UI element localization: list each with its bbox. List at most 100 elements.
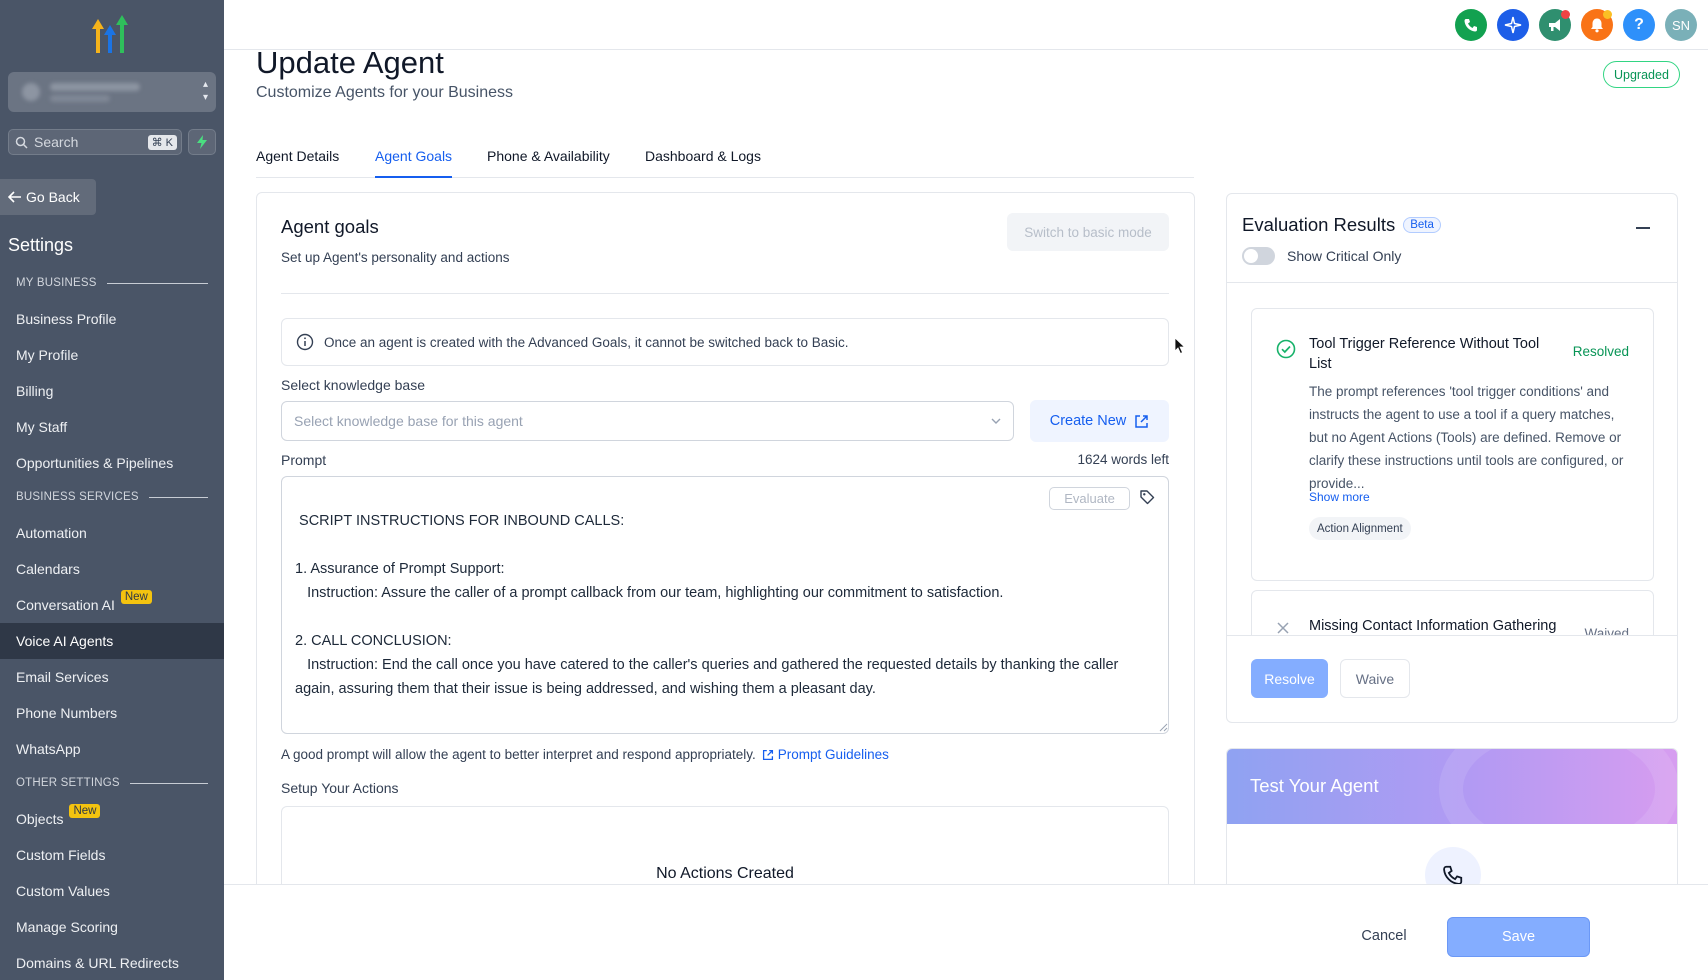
critical-only-toggle-row: Show Critical Only — [1242, 247, 1401, 265]
save-button[interactable]: Save — [1447, 917, 1590, 957]
tag-icon[interactable] — [1139, 489, 1155, 505]
app-logo-icon[interactable] — [88, 15, 134, 55]
category-chip: Action Alignment — [1309, 517, 1411, 540]
evaluate-button[interactable]: Evaluate — [1049, 487, 1130, 510]
prompt-hint: A good prompt will allow the agent to be… — [281, 747, 889, 762]
divider — [281, 293, 1169, 294]
tab-dashboard-logs[interactable]: Dashboard & Logs — [645, 148, 761, 178]
account-avatar — [22, 83, 40, 101]
sidebar-item-my-staff[interactable]: My Staff — [0, 409, 224, 445]
sidebar-item-custom-values[interactable]: Custom Values — [0, 873, 224, 909]
result-description: The prompt references 'tool trigger cond… — [1309, 384, 1624, 491]
top-bar: ? SN — [224, 0, 1708, 50]
page-subtitle: Customize Agents for your Business — [256, 84, 514, 101]
close-icon — [1277, 622, 1289, 634]
prompt-text[interactable]: SCRIPT INSTRUCTIONS FOR INBOUND CALLS: 1… — [295, 509, 1155, 701]
sidebar-item-label: Custom Values — [16, 883, 110, 899]
arrow-left-icon — [8, 191, 21, 203]
divider — [1227, 635, 1677, 636]
sidebar-item-domains[interactable]: Domains & URL Redirects — [0, 945, 224, 980]
words-left-counter: 1624 words left — [1077, 452, 1169, 467]
section-business-services: BUSINESS SERVICES — [16, 491, 208, 503]
help-button[interactable]: ? — [1623, 9, 1655, 41]
section-my-business: MY BUSINESS — [16, 277, 208, 289]
notifications-button[interactable] — [1581, 9, 1613, 41]
phone-button[interactable] — [1455, 9, 1487, 41]
search-placeholder: Search — [34, 134, 79, 150]
sidebar-item-label: Email Services — [16, 669, 109, 685]
lightning-icon — [197, 135, 207, 149]
setup-actions-label: Setup Your Actions — [281, 780, 399, 796]
search-shortcut: ⌘ K — [147, 134, 177, 150]
sidebar-item-label: Domains & URL Redirects — [16, 955, 179, 971]
account-location-blurred — [50, 95, 110, 102]
tab-phone-availability[interactable]: Phone & Availability — [487, 148, 610, 178]
switch-basic-mode-button[interactable]: Switch to basic mode — [1007, 213, 1169, 251]
sidebar-item-manage-scoring[interactable]: Manage Scoring — [0, 909, 224, 945]
sidebar-item-label: Manage Scoring — [16, 919, 118, 935]
sidebar-item-voice-ai-agents[interactable]: Voice AI Agents — [0, 623, 224, 659]
chevron-down-icon — [991, 418, 1001, 424]
info-text: Once an agent is created with the Advanc… — [324, 334, 849, 350]
show-more-link[interactable]: Show more — [1309, 490, 1370, 504]
tab-agent-goals[interactable]: Agent Goals — [375, 148, 453, 178]
resolve-button[interactable]: Resolve — [1251, 659, 1328, 698]
knowledge-base-select[interactable]: Select knowledge base for this agent — [281, 401, 1014, 441]
chevron-up-down-icon: ▴ ▾ — [202, 79, 208, 103]
tab-agent-details[interactable]: Agent Details — [256, 148, 339, 178]
settings-heading: Settings — [8, 235, 74, 255]
empty-state-text: No Actions Created — [656, 865, 794, 882]
cancel-button[interactable]: Cancel — [1350, 918, 1418, 954]
resize-handle-icon[interactable] — [1159, 723, 1168, 732]
search-icon — [15, 136, 28, 149]
sidebar-item-objects[interactable]: Objects New — [0, 801, 224, 837]
sidebar-item-label: My Staff — [16, 419, 68, 435]
go-back-button[interactable]: Go Back — [0, 179, 96, 215]
check-circle-icon — [1276, 339, 1296, 359]
evaluation-results-list[interactable]: Tool Trigger Reference Without Tool List… — [1227, 283, 1677, 635]
beta-badge: Beta — [1403, 217, 1441, 233]
go-back-label: Go Back — [26, 189, 80, 205]
megaphone-icon — [1549, 19, 1560, 31]
sidebar-item-label: Custom Fields — [16, 847, 106, 863]
new-badge: New — [120, 590, 152, 604]
guidelines-link-label: Prompt Guidelines — [777, 747, 889, 762]
avatar-initials: SN — [1671, 17, 1691, 33]
user-avatar[interactable]: SN — [1665, 9, 1697, 41]
waive-button[interactable]: Waive — [1340, 659, 1410, 698]
sidebar-item-phone-numbers[interactable]: Phone Numbers — [0, 695, 224, 731]
knowledge-base-label: Select knowledge base — [281, 377, 425, 393]
sparkle-icon — [1504, 16, 1522, 34]
announcements-button[interactable] — [1539, 9, 1571, 41]
hint-text: A good prompt will allow the agent to be… — [281, 747, 756, 762]
sidebar-item-label: Objects — [16, 811, 64, 827]
quick-actions-button[interactable] — [188, 129, 216, 155]
result-title: Tool Trigger Reference Without Tool List — [1309, 336, 1540, 372]
sidebar-search[interactable]: Search ⌘ K — [8, 129, 182, 155]
section-title: Agent goals — [281, 216, 379, 237]
collapse-icon[interactable] — [1636, 227, 1650, 229]
info-banner: Once an agent is created with the Advanc… — [281, 318, 1169, 366]
account-switcher[interactable]: ▴ ▾ — [8, 72, 216, 112]
sidebar-item-conversation-ai[interactable]: Conversation AI New — [0, 587, 224, 623]
prompt-guidelines-link[interactable]: Prompt Guidelines — [762, 747, 889, 762]
sidebar-item-calendars[interactable]: Calendars — [0, 551, 224, 587]
phone-icon — [1464, 19, 1477, 32]
ai-assistant-button[interactable] — [1497, 9, 1529, 41]
sidebar-item-billing[interactable]: Billing — [0, 373, 224, 409]
sidebar-item-opportunities[interactable]: Opportunities & Pipelines — [0, 445, 224, 481]
result-status: Waived — [1584, 626, 1629, 635]
status-badge: Upgraded — [1603, 61, 1680, 88]
create-new-button[interactable]: Create New — [1030, 400, 1169, 442]
sidebar-item-custom-fields[interactable]: Custom Fields — [0, 837, 224, 873]
sidebar-item-email-services[interactable]: Email Services — [0, 659, 224, 695]
sidebar-item-whatsapp[interactable]: WhatsApp — [0, 731, 224, 767]
sidebar-item-automation[interactable]: Automation — [0, 515, 224, 551]
toggle-label: Show Critical Only — [1287, 248, 1402, 264]
sidebar-item-business-profile[interactable]: Business Profile — [0, 301, 224, 337]
evaluation-title-text: Evaluation Results — [1242, 214, 1396, 235]
critical-only-toggle[interactable] — [1242, 247, 1275, 265]
sidebar-item-my-profile[interactable]: My Profile — [0, 337, 224, 373]
test-agent-title: Test Your Agent — [1250, 775, 1379, 796]
evaluation-title: Evaluation Results Beta — [1242, 214, 1441, 236]
